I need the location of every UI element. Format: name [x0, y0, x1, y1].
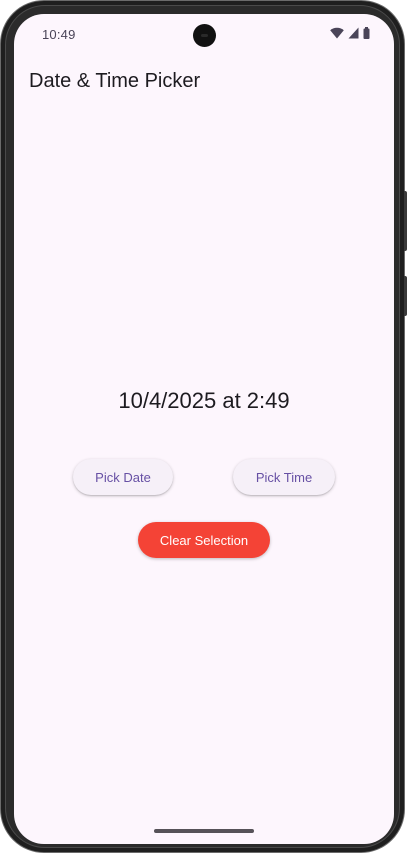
- selected-datetime-text: 10/4/2025 at 2:49: [118, 388, 290, 413]
- status-bar: 10:49: [14, 14, 394, 58]
- status-time: 10:49: [42, 27, 76, 42]
- pick-time-button[interactable]: Pick Time: [233, 459, 335, 495]
- battery-icon: [363, 26, 370, 44]
- front-camera: [193, 24, 216, 47]
- status-icons: [330, 26, 370, 44]
- wifi-icon: [330, 26, 344, 44]
- pick-date-button[interactable]: Pick Date: [73, 459, 173, 495]
- cellular-signal-icon: [348, 26, 359, 44]
- clear-selection-button[interactable]: Clear Selection: [138, 522, 270, 558]
- app-screen: 10:49 Date & Time Picker 10/4/2025 at 2:…: [14, 14, 394, 844]
- page-title: Date & Time Picker: [29, 70, 201, 92]
- device-frame: 10:49 Date & Time Picker 10/4/2025 at 2:…: [0, 0, 407, 853]
- home-indicator[interactable]: [154, 829, 254, 833]
- app-bar: Date & Time Picker: [14, 58, 394, 102]
